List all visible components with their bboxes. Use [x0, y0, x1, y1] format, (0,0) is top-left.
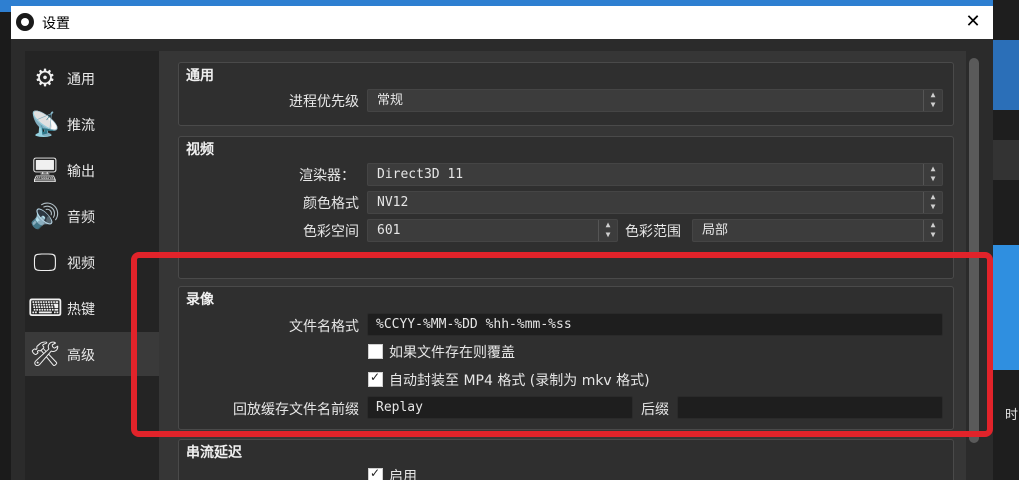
- sidebar-item-label: 推流: [67, 118, 95, 134]
- renderer-select[interactable]: Direct3D 11 ▲ ▼: [367, 163, 943, 186]
- color-range-select[interactable]: 局部 ▲ ▼: [692, 219, 943, 242]
- overwrite-label: 如果文件存在则覆盖: [389, 345, 515, 361]
- stream-delay-group: 串流延迟 启用: [178, 439, 954, 480]
- select-value: 局部: [702, 223, 729, 238]
- sidebar-item-advanced[interactable]: 🛠 高级: [25, 332, 159, 376]
- filename-format-field[interactable]: %CCYY-%MM-%DD %hh-%mm-%ss: [367, 313, 943, 336]
- desktop-window-fragment: [993, 140, 1019, 180]
- stream-delay-enable-label: 启用: [389, 469, 417, 480]
- desktop-text-fragment: 时: [1005, 408, 1019, 423]
- updown-arrow-icon: ▲ ▼: [923, 90, 942, 111]
- renderer-label: 渲染器：: [299, 168, 355, 184]
- sidebar-item-hotkeys[interactable]: ⌨ 热键: [25, 286, 159, 330]
- group-title: 通用: [186, 68, 214, 84]
- select-value: 常规: [377, 93, 404, 108]
- speaker-icon: 🔊: [30, 202, 60, 230]
- overwrite-checkbox[interactable]: [368, 344, 383, 359]
- color-range-label: 色彩范围: [625, 224, 681, 240]
- sidebar-item-general[interactable]: ⚙ 通用: [25, 56, 159, 100]
- select-value: 601: [377, 223, 401, 238]
- updown-arrow-icon: ▲ ▼: [923, 220, 942, 241]
- updown-arrow-icon: ▲ ▼: [598, 220, 617, 241]
- vertical-scrollbar[interactable]: [969, 58, 979, 443]
- group-title: 录像: [186, 292, 214, 308]
- sidebar-item-video[interactable]: 🖵 视频: [25, 240, 159, 284]
- gear-icon: ⚙: [34, 64, 56, 92]
- color-space-label: 色彩空间: [303, 224, 359, 240]
- video-group: 视频 渲染器： Direct3D 11 ▲ ▼ 颜色格式 NV12 ▲ ▼ 色彩空间…: [178, 136, 954, 279]
- group-title: 视频: [186, 142, 214, 158]
- keyboard-icon: ⌨: [28, 294, 63, 322]
- filename-format-label: 文件名格式: [289, 319, 359, 335]
- title-bar: 设置 ✕: [11, 6, 993, 39]
- sidebar-item-label: 通用: [67, 72, 95, 88]
- sidebar-item-label: 音频: [67, 210, 95, 226]
- process-priority-select[interactable]: 常规 ▲ ▼: [367, 89, 943, 112]
- sidebar-item-label: 输出: [67, 164, 95, 180]
- replay-prefix-field[interactable]: Replay: [367, 396, 633, 419]
- settings-content: 通用 进程优先级 常规 ▲ ▼ 视频 渲染器： Direct3D 11 ▲ ▼ 颜色…: [159, 51, 966, 480]
- window-title: 设置: [42, 16, 70, 32]
- group-title: 串流延迟: [186, 445, 242, 461]
- sidebar-item-label: 高级: [67, 348, 95, 364]
- color-format-select[interactable]: NV12 ▲ ▼: [367, 191, 943, 214]
- color-format-label: 颜色格式: [303, 196, 359, 212]
- automux-label: 自动封装至 MP4 格式 (录制为 mkv 格式): [389, 373, 650, 389]
- settings-sidebar: ⚙ 通用 📡 推流 🖥 输出 🔊 音频 🖵 视频 ⌨ 热键 🛠 高级: [25, 51, 159, 480]
- suffix-label: 后缀: [641, 402, 669, 418]
- updown-arrow-icon: ▲ ▼: [923, 192, 942, 213]
- tools-icon: 🛠: [29, 340, 61, 368]
- replay-prefix-label: 回放缓存文件名前缀: [233, 402, 359, 418]
- desktop-window-fragment: [993, 40, 1019, 110]
- desktop-background-right: 时: [993, 0, 1019, 480]
- sidebar-item-label: 视频: [67, 256, 95, 272]
- desktop-window-fragment: [993, 245, 1019, 370]
- input-value: %CCYY-%MM-%DD %hh-%mm-%ss: [376, 317, 572, 332]
- select-value: Direct3D 11: [377, 167, 464, 182]
- output-icon: 🖥: [29, 156, 61, 184]
- color-space-select[interactable]: 601 ▲ ▼: [367, 219, 618, 242]
- sidebar-item-stream[interactable]: 📡 推流: [25, 102, 159, 146]
- updown-arrow-icon: ▲ ▼: [923, 164, 942, 185]
- obs-logo-icon: [16, 13, 34, 31]
- suffix-field[interactable]: [677, 396, 943, 419]
- stream-delay-enable-checkbox[interactable]: [368, 466, 383, 480]
- close-button[interactable]: ✕: [961, 10, 985, 34]
- recording-group: 录像 文件名格式 %CCYY-%MM-%DD %hh-%mm-%ss 如果文件存…: [178, 286, 954, 430]
- monitor-icon: 🖵: [33, 248, 57, 276]
- sidebar-item-audio[interactable]: 🔊 音频: [25, 194, 159, 238]
- automux-checkbox[interactable]: [368, 370, 383, 387]
- select-value: NV12: [377, 195, 409, 210]
- sidebar-item-output[interactable]: 🖥 输出: [25, 148, 159, 192]
- broadcast-icon: 📡: [30, 110, 60, 138]
- process-priority-label: 进程优先级: [289, 94, 359, 110]
- sidebar-item-label: 热键: [67, 302, 95, 318]
- general-group: 通用 进程优先级 常规 ▲ ▼: [178, 62, 954, 126]
- settings-window: 设置 ✕ ⚙ 通用 📡 推流 🖥 输出 🔊 音频 🖵 视频 ⌨ 热键 🛠 高级 …: [11, 6, 993, 480]
- input-value: Replay: [376, 400, 423, 415]
